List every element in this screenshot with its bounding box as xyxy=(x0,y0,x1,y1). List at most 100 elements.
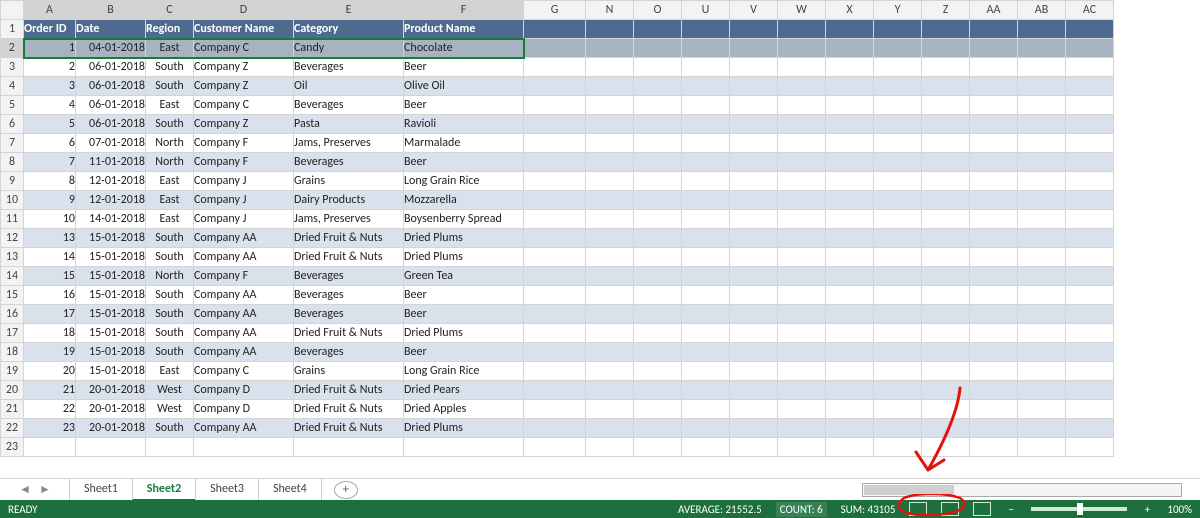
cell-AC3[interactable] xyxy=(1066,58,1114,77)
header-cell-F1[interactable]: Product Name xyxy=(404,20,524,39)
cell-AA13[interactable] xyxy=(970,248,1018,267)
cell-F5[interactable]: Beer xyxy=(404,96,524,115)
cell-G9[interactable] xyxy=(524,172,586,191)
cell-Y10[interactable] xyxy=(874,191,922,210)
cell-D23[interactable] xyxy=(194,438,294,457)
cell-E2[interactable]: Candy xyxy=(294,39,404,58)
cell-E21[interactable]: Dried Fruit & Nuts xyxy=(294,400,404,419)
cell-E7[interactable]: Jams, Preserves xyxy=(294,134,404,153)
cell-F19[interactable]: Long Grain Rice xyxy=(404,362,524,381)
cell-W5[interactable] xyxy=(778,96,826,115)
cell-F2[interactable]: Chocolate xyxy=(404,39,524,58)
cell-V13[interactable] xyxy=(730,248,778,267)
cell-D18[interactable]: Company AA xyxy=(194,343,294,362)
cell-AC18[interactable] xyxy=(1066,343,1114,362)
cell-A16[interactable]: 17 xyxy=(24,305,76,324)
cell-W12[interactable] xyxy=(778,229,826,248)
cell-AB4[interactable] xyxy=(1018,77,1066,96)
cell-V21[interactable] xyxy=(730,400,778,419)
cell-O20[interactable] xyxy=(634,381,682,400)
cell-C6[interactable]: South xyxy=(146,115,194,134)
cell-O7[interactable] xyxy=(634,134,682,153)
cell-G17[interactable] xyxy=(524,324,586,343)
cell-Z2[interactable] xyxy=(922,39,970,58)
cell-W23[interactable] xyxy=(778,438,826,457)
header-cell-G1[interactable] xyxy=(524,20,586,39)
cell-AC2[interactable] xyxy=(1066,39,1114,58)
cell-W11[interactable] xyxy=(778,210,826,229)
cell-Z18[interactable] xyxy=(922,343,970,362)
cell-U14[interactable] xyxy=(682,267,730,286)
cell-D2[interactable]: Company C xyxy=(194,39,294,58)
cell-V16[interactable] xyxy=(730,305,778,324)
zoom-out-button[interactable]: − xyxy=(1005,503,1017,516)
cell-F14[interactable]: Green Tea xyxy=(404,267,524,286)
cell-E15[interactable]: Beverages xyxy=(294,286,404,305)
cell-F11[interactable]: Boysenberry Spread xyxy=(404,210,524,229)
cell-X2[interactable] xyxy=(826,39,874,58)
cell-N5[interactable] xyxy=(586,96,634,115)
row-header-7[interactable]: 7 xyxy=(1,134,24,153)
cell-E4[interactable]: Oil xyxy=(294,77,404,96)
cell-W17[interactable] xyxy=(778,324,826,343)
cell-V14[interactable] xyxy=(730,267,778,286)
cell-X13[interactable] xyxy=(826,248,874,267)
cell-B7[interactable]: 07-01-2018 xyxy=(76,134,146,153)
cell-U12[interactable] xyxy=(682,229,730,248)
header-cell-AC1[interactable] xyxy=(1066,20,1114,39)
cell-Z12[interactable] xyxy=(922,229,970,248)
cell-W8[interactable] xyxy=(778,153,826,172)
row-header-22[interactable]: 22 xyxy=(1,419,24,438)
cell-G11[interactable] xyxy=(524,210,586,229)
column-header-C[interactable]: C xyxy=(146,1,194,20)
cell-AB12[interactable] xyxy=(1018,229,1066,248)
cell-Z15[interactable] xyxy=(922,286,970,305)
cell-F9[interactable]: Long Grain Rice xyxy=(404,172,524,191)
cell-W21[interactable] xyxy=(778,400,826,419)
cell-D20[interactable]: Company D xyxy=(194,381,294,400)
cell-N17[interactable] xyxy=(586,324,634,343)
cell-X5[interactable] xyxy=(826,96,874,115)
cell-W15[interactable] xyxy=(778,286,826,305)
column-header-AA[interactable]: AA xyxy=(970,1,1018,20)
cell-U19[interactable] xyxy=(682,362,730,381)
row-header-12[interactable]: 12 xyxy=(1,229,24,248)
cell-A9[interactable]: 8 xyxy=(24,172,76,191)
cell-U10[interactable] xyxy=(682,191,730,210)
cell-AB22[interactable] xyxy=(1018,419,1066,438)
cell-O8[interactable] xyxy=(634,153,682,172)
cell-F13[interactable]: Dried Plums xyxy=(404,248,524,267)
cell-U5[interactable] xyxy=(682,96,730,115)
cell-W16[interactable] xyxy=(778,305,826,324)
column-header-B[interactable]: B xyxy=(76,1,146,20)
cell-C12[interactable]: South xyxy=(146,229,194,248)
row-header-16[interactable]: 16 xyxy=(1,305,24,324)
cell-D19[interactable]: Company C xyxy=(194,362,294,381)
cell-AA4[interactable] xyxy=(970,77,1018,96)
cell-Z10[interactable] xyxy=(922,191,970,210)
cell-Y21[interactable] xyxy=(874,400,922,419)
cell-AA20[interactable] xyxy=(970,381,1018,400)
cell-N15[interactable] xyxy=(586,286,634,305)
cell-X19[interactable] xyxy=(826,362,874,381)
cell-AC23[interactable] xyxy=(1066,438,1114,457)
cell-N12[interactable] xyxy=(586,229,634,248)
select-all-corner[interactable] xyxy=(1,1,24,20)
cell-Z8[interactable] xyxy=(922,153,970,172)
cell-G14[interactable] xyxy=(524,267,586,286)
cell-AC19[interactable] xyxy=(1066,362,1114,381)
cell-X18[interactable] xyxy=(826,343,874,362)
cell-Z3[interactable] xyxy=(922,58,970,77)
cell-Y15[interactable] xyxy=(874,286,922,305)
cell-A5[interactable]: 4 xyxy=(24,96,76,115)
cell-F18[interactable]: Beer xyxy=(404,343,524,362)
cell-O12[interactable] xyxy=(634,229,682,248)
cell-C18[interactable]: South xyxy=(146,343,194,362)
tab-nav-prev-icon[interactable]: ◄ xyxy=(19,482,31,497)
column-header-W[interactable]: W xyxy=(778,1,826,20)
row-header-1[interactable]: 1 xyxy=(1,20,24,39)
cell-C20[interactable]: West xyxy=(146,381,194,400)
cell-U11[interactable] xyxy=(682,210,730,229)
header-cell-N1[interactable] xyxy=(586,20,634,39)
cell-V11[interactable] xyxy=(730,210,778,229)
